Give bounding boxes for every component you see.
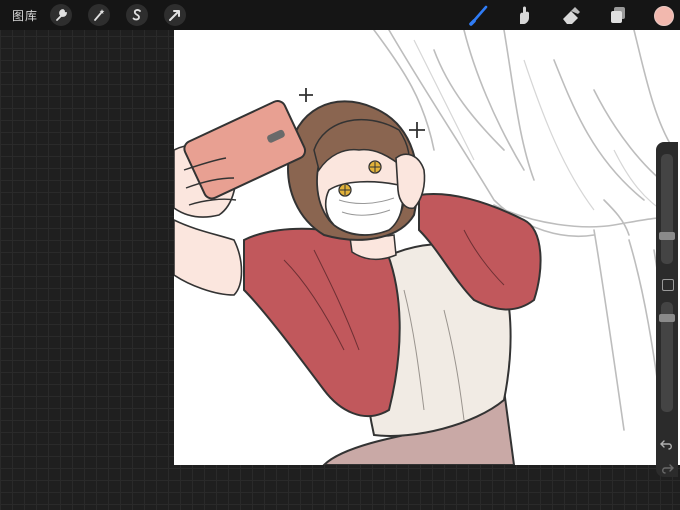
opacity-slider[interactable] — [659, 302, 675, 412]
color-swatch[interactable] — [654, 6, 674, 26]
actions-button[interactable] — [50, 4, 72, 26]
drawing-canvas[interactable] — [174, 30, 680, 465]
wrench-icon — [56, 9, 67, 21]
redo-button[interactable] — [660, 460, 674, 474]
artwork-illustration — [174, 30, 675, 465]
layers-icon — [611, 7, 625, 23]
brush-size-handle[interactable] — [659, 232, 675, 240]
brush-size-slider[interactable] — [659, 154, 675, 264]
eraser-tool-button[interactable] — [559, 3, 583, 27]
modify-button[interactable] — [662, 279, 674, 291]
layers-button[interactable] — [606, 3, 630, 27]
right-sidebar — [656, 142, 678, 477]
eraser-icon — [563, 7, 580, 24]
smudge-tool-button[interactable] — [512, 3, 536, 27]
brush-icon — [469, 5, 488, 26]
top-toolbar: 图库 — [0, 0, 680, 30]
redo-icon — [662, 464, 674, 474]
arrow-cursor-icon — [169, 10, 180, 21]
selection-button[interactable] — [126, 4, 148, 26]
magic-wand-icon — [94, 9, 105, 21]
opacity-handle[interactable] — [659, 314, 675, 322]
smudge-finger-icon — [520, 6, 529, 24]
adjustments-button[interactable] — [88, 4, 110, 26]
brush-tool-button[interactable] — [467, 3, 491, 27]
undo-icon — [660, 440, 672, 450]
undo-button[interactable] — [660, 436, 674, 450]
transform-button[interactable] — [164, 4, 186, 26]
selection-s-icon — [132, 9, 141, 21]
gallery-button[interactable]: 图库 — [12, 7, 38, 24]
